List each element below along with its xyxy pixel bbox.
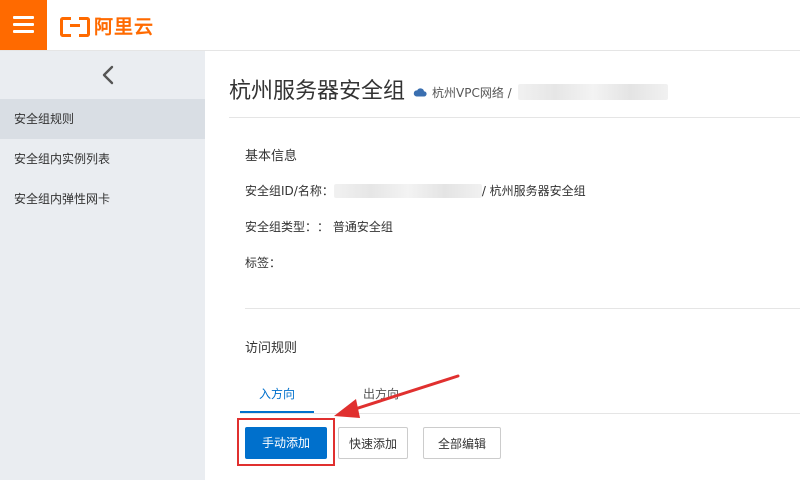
sidebar-item-elastic-nic[interactable]: 安全组内弹性网卡 xyxy=(0,179,205,219)
security-group-id-row: 安全组ID/名称： / 杭州服务器安全组 xyxy=(245,182,586,199)
security-group-type-row: 安全组类型： ： 普通安全组 xyxy=(245,218,393,235)
security-group-type-value: ： 普通安全组 xyxy=(317,220,393,234)
quick-add-button[interactable]: 快速添加 xyxy=(338,427,408,459)
access-rules-title: 访问规则 xyxy=(245,341,298,356)
hamburger-icon xyxy=(13,16,34,19)
divider xyxy=(245,308,800,309)
security-group-id-label: 安全组ID/名称： xyxy=(245,184,334,198)
divider xyxy=(229,117,800,118)
breadcrumb: 杭州VPC网络 / xyxy=(413,78,668,101)
edit-all-button[interactable]: 全部编辑 xyxy=(423,427,501,459)
redacted-id xyxy=(517,84,668,100)
logo-text: 阿里云 xyxy=(94,15,155,38)
basic-info-title: 基本信息 xyxy=(245,149,298,164)
redacted-security-group-id xyxy=(333,183,482,198)
security-group-type-label: 安全组类型： xyxy=(245,220,318,234)
hamburger-menu-button[interactable] xyxy=(0,0,47,50)
tags-row: 标签： xyxy=(245,254,281,271)
top-bar: 阿里云 xyxy=(0,0,800,51)
sidebar-item-instance-list[interactable]: 安全组内实例列表 xyxy=(0,139,205,179)
cloud-icon xyxy=(413,88,427,97)
title-row: 杭州服务器安全组 杭州VPC网络 / xyxy=(229,73,668,105)
aliyun-logo[interactable]: 阿里云 xyxy=(60,13,155,38)
back-button[interactable] xyxy=(95,61,123,89)
tags-label: 标签： xyxy=(245,256,282,270)
sidebar-item-security-group-rules[interactable]: 安全组规则 xyxy=(0,99,205,139)
manual-add-button[interactable]: 手动添加 xyxy=(245,427,327,459)
security-group-name: / 杭州服务器安全组 xyxy=(481,184,586,198)
main-content: 杭州服务器安全组 杭州VPC网络 / 基本信息 安全组ID/名称： / 杭州服务… xyxy=(205,51,800,480)
tab-outbound[interactable]: 出方向 xyxy=(344,376,418,412)
tab-inbound[interactable]: 入方向 xyxy=(240,376,314,413)
direction-tabs: 入方向 出方向 xyxy=(240,376,800,414)
page-title: 杭州服务器安全组 xyxy=(229,79,406,104)
aliyun-logo-icon xyxy=(60,15,90,37)
chevron-left-icon xyxy=(102,65,114,85)
sidebar: 安全组规则 安全组内实例列表 安全组内弹性网卡 xyxy=(0,51,205,480)
breadcrumb-network[interactable]: 杭州VPC网络 / xyxy=(432,84,512,101)
